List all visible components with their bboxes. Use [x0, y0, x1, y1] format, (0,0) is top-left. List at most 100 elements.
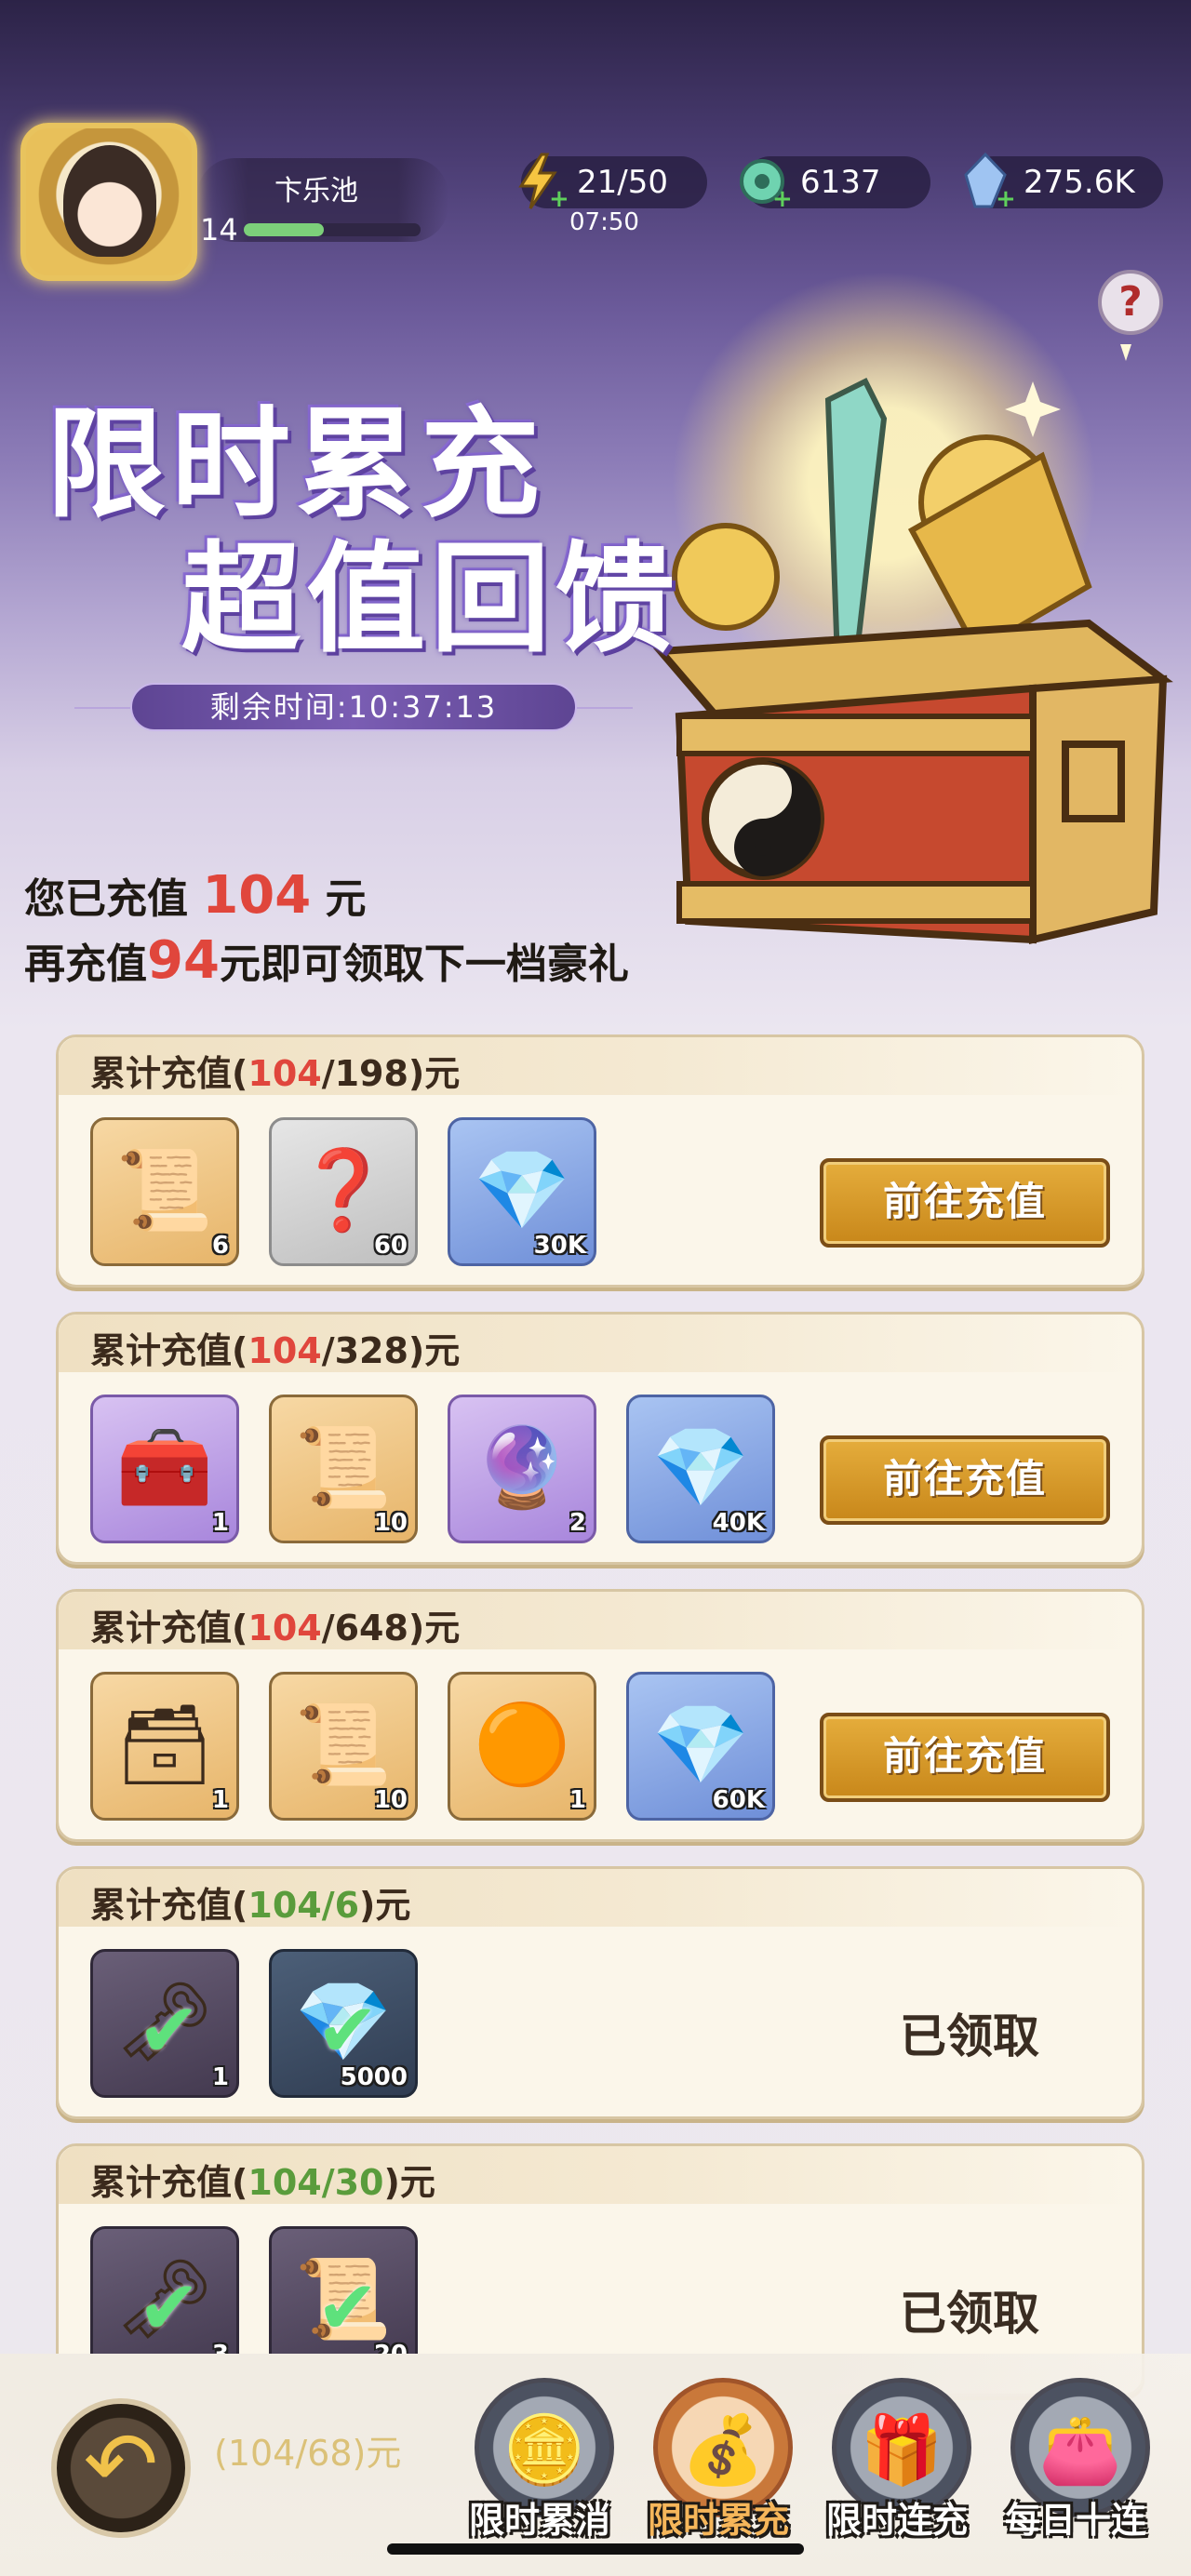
player-name: 卞乐池 — [274, 175, 358, 207]
tab-daily-ten-draw[interactable]: 👛 每日十连 — [983, 2378, 1169, 2564]
back-button[interactable]: ↶ — [51, 2398, 191, 2538]
next-tier-amount: 94 — [147, 930, 220, 991]
reward-qty: 5000 — [340, 2063, 408, 2091]
claimed-status: 已领取 — [900, 2287, 1039, 2341]
avatar-portrait — [63, 145, 156, 257]
tier-target: /328 — [321, 1330, 408, 1371]
reward-qty: 60K — [712, 1786, 765, 1814]
reward-qty: 10 — [373, 1509, 408, 1537]
tab-consecutive-recharge[interactable]: 🎁 限时连充 — [804, 2378, 990, 2564]
reward-item[interactable]: 📜 10 — [269, 1395, 418, 1543]
tier-title: 累计充值(104/648)元 — [90, 1599, 460, 1650]
reward-qty: 60 — [373, 1232, 408, 1260]
tier-title: 累计充值(104/328)元 — [90, 1322, 460, 1373]
tier-title: 累计充值(104/198)元 — [90, 1045, 460, 1096]
reward-qty: 6 — [211, 1232, 229, 1260]
reward-item[interactable]: 🗃 1 — [90, 1672, 239, 1821]
tier-title-prefix: 累计充值( — [90, 2162, 248, 2203]
reward-item[interactable]: 💎 60K — [626, 1672, 775, 1821]
timer-divider-right — [577, 707, 633, 709]
reward-item[interactable]: 🗝✔3 — [90, 2226, 239, 2375]
tier-current: 104 — [248, 1608, 322, 1648]
stamina-counter[interactable]: + 21/50 — [518, 153, 707, 212]
treasure-chest-illustration — [652, 344, 1173, 945]
claimed-check-icon: ✔ — [138, 2264, 201, 2351]
tier-title-suffix: )元 — [383, 2162, 435, 2203]
tier-current: 104 — [248, 1053, 322, 1094]
reward-item[interactable]: 🧰 1 — [90, 1395, 239, 1543]
next-tier-hint-text: 再充值94元即可领取下一档豪礼 — [24, 930, 629, 991]
reward-qty: 1 — [211, 1509, 229, 1537]
recharged-amount: 104 — [202, 865, 312, 926]
claimed-status: 已领取 — [900, 2009, 1039, 2063]
help-button[interactable]: ? — [1098, 270, 1163, 335]
tier-current: 104 — [248, 1330, 322, 1371]
tier-current: 104 — [248, 2162, 322, 2203]
reward-item[interactable]: ❓ 60 — [269, 1117, 418, 1266]
reward-qty: 1 — [211, 1786, 229, 1814]
xp-bar-fill — [244, 223, 324, 236]
tier-target: /648 — [321, 1608, 408, 1648]
tier-card-198: 累计充值(104/198)元 📜 6 ❓ 60 💎 30K 前往充值 — [56, 1034, 1144, 1288]
reward-qty: 30K — [533, 1232, 586, 1260]
go-recharge-button[interactable]: 前往充值 — [820, 1435, 1110, 1525]
reward-item[interactable]: 🗝 ✔ 1 — [90, 1949, 239, 2098]
tier-title-prefix: 累计充值( — [90, 1885, 248, 1926]
reward-item[interactable]: 💎 30K — [448, 1117, 596, 1266]
countdown-timer: 剩余时间:10:37:13 — [130, 683, 577, 731]
back-arrow-icon: ↶ — [83, 2412, 159, 2516]
svg-text:+: + — [549, 185, 569, 212]
crystal-value: 275.6K — [1024, 164, 1135, 201]
tier-card-648: 累计充值(104/648)元 🗃 1 📜 10 🟠 1 💎 60K 前往充值 — [56, 1589, 1144, 1842]
next-tier-peek: (104/68)元 — [214, 2433, 402, 2474]
tier-title-suffix: )元 — [408, 1330, 461, 1371]
recharged-unit: 元 — [311, 875, 367, 923]
jade-value: 6137 — [800, 164, 881, 201]
reward-qty: 2 — [569, 1509, 586, 1537]
tier-title-suffix: )元 — [408, 1053, 461, 1094]
reward-item[interactable]: 💎 40K — [626, 1395, 775, 1543]
claimed-check-icon: ✔ — [138, 1987, 201, 2074]
next-tier-label: 再充值 — [24, 941, 147, 988]
tier-title-suffix: )元 — [359, 1885, 411, 1926]
tier-title: 累计充值(104/30)元 — [90, 2154, 435, 2205]
tab-label: 限时累充 — [647, 2500, 789, 2541]
top-bar: 卞乐池 14 + 21/50 07:50 + 6137 + 275.6K — [0, 0, 1191, 281]
banner-title-line2: 超值回馈 — [181, 529, 681, 669]
stamina-value: 21/50 — [577, 164, 668, 201]
tier-title-suffix: )元 — [408, 1608, 461, 1648]
home-indicator — [387, 2543, 804, 2555]
timer-divider-left — [74, 707, 130, 709]
tab-limited-spend[interactable]: 🪙 限时累消 — [447, 2378, 633, 2564]
reward-qty: 40K — [712, 1509, 765, 1537]
tab-limited-recharge[interactable]: 💰 限时累充 — [625, 2378, 811, 2564]
tier-current: 104 — [248, 1885, 322, 1926]
tier-title-prefix: 累计充值( — [90, 1608, 248, 1648]
tier-title: 累计充值(104/6)元 — [90, 1876, 410, 1928]
reward-item[interactable]: 📜 6 — [90, 1117, 239, 1266]
crystal-icon: + — [964, 152, 1016, 212]
reward-item[interactable]: 💎 ✔ 5000 — [269, 1949, 418, 2098]
question-icon: ? — [1118, 278, 1143, 326]
svg-text:+: + — [996, 185, 1016, 212]
claimed-check-icon: ✔ — [316, 2264, 380, 2351]
reward-item[interactable]: 🟠 1 — [448, 1672, 596, 1821]
recharged-amount-text: 您已充值 104 元 — [24, 865, 367, 926]
tier-title-prefix: 累计充值( — [90, 1053, 248, 1094]
jade-counter[interactable]: + 6137 — [740, 156, 930, 212]
go-recharge-button[interactable]: 前往充值 — [820, 1158, 1110, 1248]
tier-card-328: 累计充值(104/328)元 🧰 1 📜 10 🔮 2 💎 40K 前往充值 — [56, 1312, 1144, 1565]
reward-item[interactable]: 📜✔20 — [269, 2226, 418, 2375]
reward-item[interactable]: 📜 10 — [269, 1672, 418, 1821]
player-avatar[interactable] — [20, 123, 197, 281]
tab-label: 每日十连 — [1004, 2500, 1146, 2541]
go-recharge-button[interactable]: 前往充值 — [820, 1713, 1110, 1802]
tab-label: 限时累消 — [468, 2500, 610, 2541]
reward-qty: 10 — [373, 1786, 408, 1814]
tier-target: /6 — [321, 1885, 360, 1926]
tier-target: /198 — [321, 1053, 408, 1094]
reward-item[interactable]: 🔮 2 — [448, 1395, 596, 1543]
next-tier-suffix: 元即可领取下一档豪礼 — [219, 941, 629, 988]
crystal-counter[interactable]: + 275.6K — [964, 152, 1163, 212]
claimed-check-icon: ✔ — [316, 1987, 380, 2074]
